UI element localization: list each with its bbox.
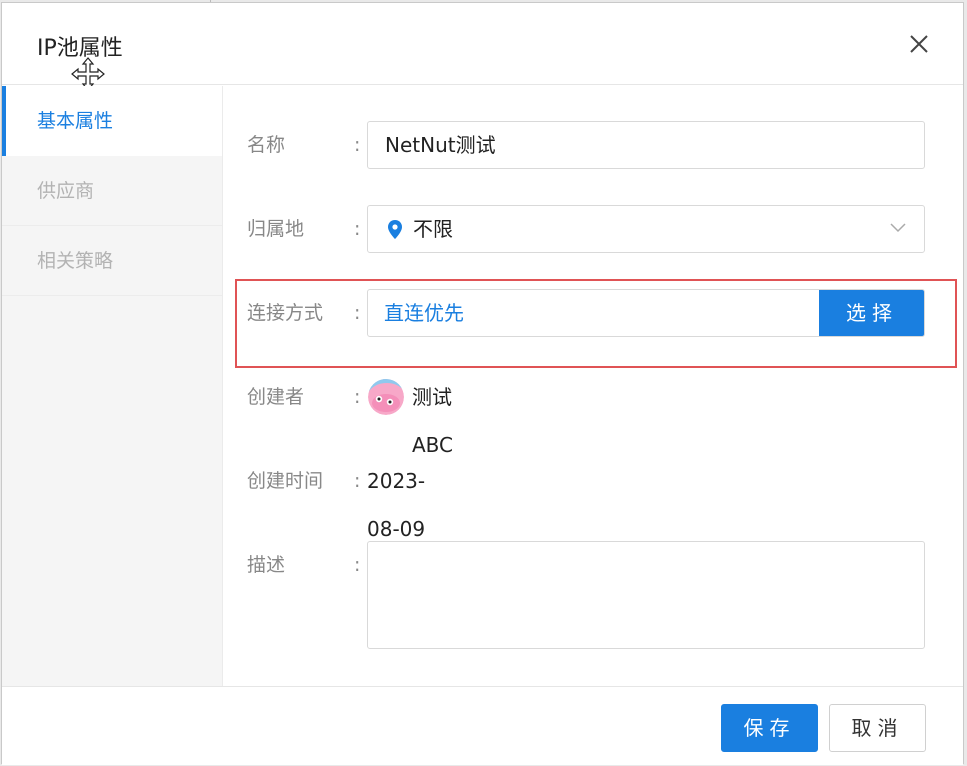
- description-textarea[interactable]: [367, 541, 925, 649]
- creator-colon: :: [354, 386, 361, 408]
- sidebar-item-related-policies[interactable]: 相关策略: [2, 226, 222, 296]
- created-time-label: 创建时间: [247, 470, 324, 492]
- name-colon: :: [354, 134, 361, 156]
- dialog-header[interactable]: IP池属性: [2, 3, 963, 91]
- dialog-footer: 保存 取消: [2, 686, 963, 765]
- sidebar: 基本属性 供应商 相关策略: [2, 86, 223, 686]
- sidebar-item-basic-properties[interactable]: 基本属性: [2, 86, 222, 156]
- avatar: [368, 379, 404, 415]
- creator-label: 创建者: [247, 386, 305, 408]
- connection-colon: :: [354, 302, 361, 324]
- sidebar-item-label: 相关策略: [37, 250, 114, 272]
- sidebar-item-label: 供应商: [37, 180, 95, 202]
- connection-value[interactable]: 直连优先: [384, 290, 464, 336]
- description-label: 描述: [247, 554, 286, 576]
- name-label: 名称: [247, 134, 286, 156]
- ip-pool-properties-dialog: IP池属性 基本属性 供应商 相关策略 名称 : NetNut测试 归属地 :: [1, 2, 964, 765]
- sidebar-item-label: 基本属性: [37, 110, 114, 132]
- location-pin-icon: [388, 220, 402, 239]
- select-connection-button[interactable]: 选择: [819, 290, 924, 336]
- save-button[interactable]: 保存: [721, 704, 818, 752]
- location-value: 不限: [413, 217, 453, 241]
- connection-field: 直连优先 选择: [367, 289, 925, 337]
- chevron-down-icon: [890, 223, 906, 233]
- name-input[interactable]: NetNut测试: [367, 121, 925, 169]
- connection-label: 连接方式: [247, 302, 324, 324]
- description-colon: :: [354, 554, 361, 576]
- created-time-colon: :: [354, 470, 361, 492]
- cancel-button[interactable]: 取消: [829, 704, 926, 752]
- location-colon: :: [354, 218, 361, 240]
- location-select[interactable]: 不限: [367, 205, 925, 253]
- location-label: 归属地: [247, 218, 305, 240]
- creator-name: 测试ABC: [412, 385, 454, 457]
- sidebar-item-supplier[interactable]: 供应商: [2, 156, 222, 226]
- close-icon[interactable]: [909, 34, 929, 54]
